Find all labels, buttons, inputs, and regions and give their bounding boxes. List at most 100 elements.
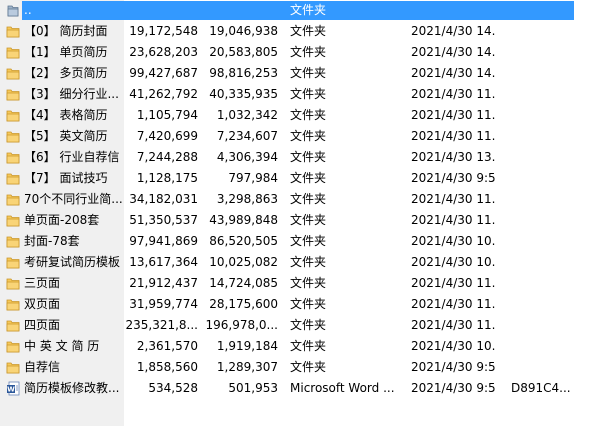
packed-size: 1,919,184 (216, 339, 278, 353)
file-type: 文件夹 (290, 3, 327, 17)
file-type: 文件夹 (290, 276, 327, 290)
modified-date: 2021/4/30 9:56 (411, 171, 495, 185)
table-row[interactable]: 【0】 简历封面 19,172,548 19,046,938 文件夹 2021/4/30… (0, 21, 612, 42)
modified-date: 2021/4/30 11... (411, 213, 495, 227)
packed-size: 86,520,505 (209, 234, 278, 248)
table-row[interactable]: 70个不同行业简... 34,182,031 3,298,863 文件夹 2021/4/… (0, 189, 612, 210)
packed-size: 14,724,085 (209, 276, 278, 290)
file-type: 文件夹 (290, 150, 327, 164)
modified-date: 2021/4/30 11... (411, 108, 495, 122)
table-row[interactable]: 【4】 表格简历 1,105,794 1,032,342 文件夹 2021/4/30 1… (0, 105, 612, 126)
file-name: 【7】 面试技巧 (24, 171, 108, 185)
file-name: 【0】 简历封面 (24, 24, 108, 38)
file-type: 文件夹 (290, 339, 327, 353)
file-type: 文件夹 (290, 129, 327, 143)
table-row[interactable]: 【5】 英文简历 7,420,699 7,234,607 文件夹 2021/4/30 1… (0, 126, 612, 147)
packed-size: 7,234,607 (216, 129, 278, 143)
folder-icon (6, 87, 20, 102)
modified-date: 2021/4/30 11... (411, 192, 495, 206)
file-size: 19,172,548 (129, 24, 198, 38)
file-name: 封面-78套 (24, 234, 80, 248)
folder-icon (6, 45, 20, 60)
table-row[interactable]: 【6】 行业自荐信 7,244,288 4,306,394 文件夹 2021/4/30 … (0, 147, 612, 168)
packed-size: 20,583,805 (209, 45, 278, 59)
packed-size: 19,046,938 (209, 24, 278, 38)
table-row[interactable]: 自荐信 1,858,560 1,289,307 文件夹 2021/4/30 9:53 (0, 357, 612, 378)
packed-size: 40,335,935 (209, 87, 278, 101)
file-name: 70个不同行业简... (24, 192, 123, 206)
word-document-icon: W (6, 381, 20, 396)
file-size: 235,321,8... (125, 318, 198, 332)
modified-date: 2021/4/30 14... (411, 24, 495, 38)
modified-date: 2021/4/30 14... (411, 45, 495, 59)
file-name: 【3】 细分行业... (24, 87, 119, 101)
file-size: 1,858,560 (136, 360, 198, 374)
file-name: 单页面-208套 (24, 213, 100, 227)
table-row[interactable]: 单页面-208套 51,350,537 43,989,848 文件夹 2021/4/30… (0, 210, 612, 231)
folder-icon (6, 318, 20, 333)
table-row[interactable]: 【2】 多页简历 99,427,687 98,816,253 文件夹 2021/4/30… (0, 63, 612, 84)
packed-size: 196,978,0... (205, 318, 278, 332)
file-type: 文件夹 (290, 234, 327, 248)
packed-size: 501,953 (228, 381, 278, 395)
table-row[interactable]: 【7】 面试技巧 1,128,175 797,984 文件夹 2021/4/30 9:5… (0, 168, 612, 189)
table-row[interactable]: 考研复试简历模板 13,617,364 10,025,082 文件夹 2021/4/30… (0, 252, 612, 273)
table-row[interactable]: W 简历模板修改教... 534,528 501,953 Microsoft Word … (0, 378, 612, 399)
packed-size: 797,984 (228, 171, 278, 185)
modified-date: 2021/4/30 11... (411, 276, 495, 290)
file-name: 【1】 单页简历 (24, 45, 108, 59)
svg-text:W: W (7, 386, 15, 394)
folder-icon (6, 171, 20, 186)
file-size: 97,941,869 (129, 234, 198, 248)
file-name: 四页面 (24, 318, 61, 332)
packed-size: 43,989,848 (209, 213, 278, 227)
folder-icon (6, 255, 20, 270)
file-name: 【2】 多页简历 (24, 66, 108, 80)
table-row[interactable]: 三页面 21,912,437 14,724,085 文件夹 2021/4/30 11..… (0, 273, 612, 294)
file-type: 文件夹 (290, 66, 327, 80)
packed-size: 3,298,863 (216, 192, 278, 206)
file-size: 21,912,437 (129, 276, 198, 290)
folder-icon (6, 150, 20, 165)
file-size: 23,628,203 (129, 45, 198, 59)
file-type: 文件夹 (290, 360, 327, 374)
packed-size: 4,306,394 (216, 150, 278, 164)
table-row[interactable]: 双页面 31,959,774 28,175,600 文件夹 2021/4/30 11..… (0, 294, 612, 315)
file-type: 文件夹 (290, 171, 327, 185)
modified-date: 2021/4/30 10... (411, 339, 495, 353)
file-type: 文件夹 (290, 108, 327, 122)
packed-size: 1,032,342 (216, 108, 278, 122)
file-size: 1,105,794 (136, 108, 198, 122)
packed-size: 28,175,600 (209, 297, 278, 311)
modified-date: 2021/4/30 9:53 (411, 381, 495, 395)
modified-date: 2021/4/30 11... (411, 297, 495, 311)
packed-size: 10,025,082 (209, 255, 278, 269)
table-row[interactable]: 【1】 单页简历 23,628,203 20,583,805 文件夹 2021/4/30… (0, 42, 612, 63)
up-folder-icon (6, 3, 20, 18)
parent-directory-row[interactable]: .. 文件夹 (0, 0, 612, 21)
folder-icon (6, 66, 20, 81)
file-name: .. (24, 3, 32, 17)
file-size: 1,128,175 (136, 171, 198, 185)
file-name: 自荐信 (24, 360, 61, 374)
file-name: 【6】 行业自荐信 (24, 150, 120, 164)
packed-size: 98,816,253 (209, 66, 278, 80)
file-size: 13,617,364 (129, 255, 198, 269)
folder-icon (6, 192, 20, 207)
table-row[interactable]: 【3】 细分行业... 41,262,792 40,335,935 文件夹 2021/4… (0, 84, 612, 105)
folder-icon (6, 276, 20, 291)
file-type: 文件夹 (290, 192, 327, 206)
file-size: 534,528 (148, 381, 198, 395)
table-row[interactable]: 四页面 235,321,8... 196,978,0... 文件夹 2021/4/30 … (0, 315, 612, 336)
folder-icon (6, 234, 20, 249)
table-row[interactable]: 封面-78套 97,941,869 86,520,505 文件夹 2021/4/30 1… (0, 231, 612, 252)
modified-date: 2021/4/30 13... (411, 150, 495, 164)
crc-value: D891C4... (511, 381, 571, 395)
file-type: 文件夹 (290, 24, 327, 38)
modified-date: 2021/4/30 11... (411, 87, 495, 101)
table-row[interactable]: 中 英 文 简 历 2,361,570 1,919,184 文件夹 2021/4/30 … (0, 336, 612, 357)
file-type: 文件夹 (290, 255, 327, 269)
file-size: 34,182,031 (129, 192, 198, 206)
file-size: 7,244,288 (136, 150, 198, 164)
folder-icon (6, 360, 20, 375)
